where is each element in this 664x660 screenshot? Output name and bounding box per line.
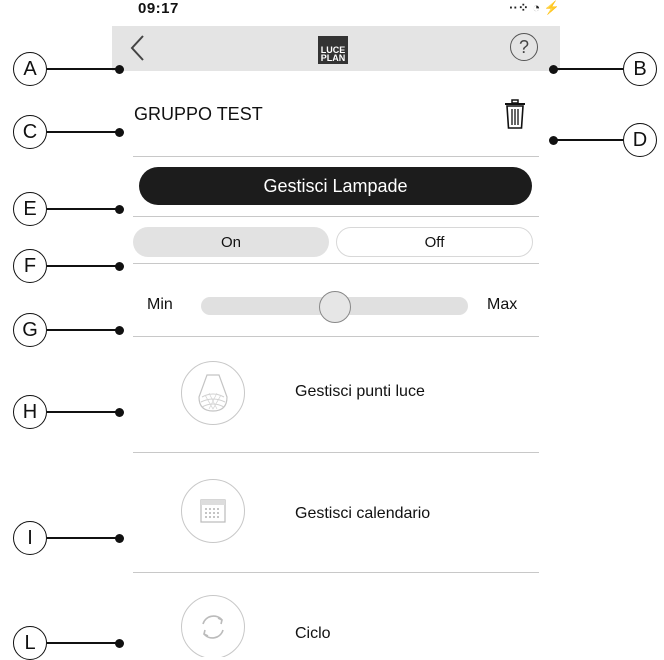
menu-item-cycle[interactable]: Ciclo <box>133 573 539 657</box>
power-on-button[interactable]: On <box>133 227 329 257</box>
logo-line-2: PLAN <box>320 53 346 63</box>
callout-line-b <box>553 68 623 70</box>
callout-line-a <box>47 68 119 70</box>
callout-h: H <box>13 395 47 429</box>
back-icon[interactable] <box>128 33 148 63</box>
lamp-icon <box>181 361 245 425</box>
callout-dot-c <box>115 128 124 137</box>
luceplan-logo: LUCE PLAN <box>318 36 348 64</box>
callout-l: L <box>13 626 47 660</box>
callout-dot-b <box>549 65 558 74</box>
divider <box>133 263 539 264</box>
callout-b: B <box>623 52 657 86</box>
callout-line-i <box>47 537 119 539</box>
callout-line-f <box>47 265 119 267</box>
divider <box>133 216 539 217</box>
callout-line-d <box>553 139 623 141</box>
menu-item-manage-light-points[interactable]: Gestisci punti luce <box>133 337 539 447</box>
callout-line-c <box>47 131 119 133</box>
menu-item-manage-calendar[interactable]: Gestisci calendario <box>133 453 539 563</box>
callout-g: G <box>13 313 47 347</box>
callout-dot-e <box>115 205 124 214</box>
nav-bar: LUCE PLAN ? <box>112 26 560 71</box>
callout-dot-f <box>115 262 124 271</box>
group-name: GRUPPO TEST <box>134 104 263 124</box>
callout-line-l <box>47 642 119 644</box>
status-bar: 09:17 ··⁘ ◔ ⚡ <box>112 0 560 26</box>
callout-dot-i <box>115 534 124 543</box>
callout-dot-d <box>549 136 558 145</box>
callout-i: I <box>13 521 47 555</box>
callout-line-g <box>47 329 119 331</box>
divider <box>133 156 539 157</box>
callout-c: C <box>13 115 47 149</box>
callout-d: D <box>623 123 657 157</box>
dimmer-slider-thumb[interactable] <box>318 291 351 323</box>
callout-e: E <box>13 192 47 226</box>
help-icon[interactable]: ? <box>510 33 538 61</box>
callout-line-h <box>47 411 119 413</box>
status-icons: ··⁘ ◔ ⚡ <box>509 0 560 15</box>
menu-label: Gestisci punti luce <box>295 383 425 400</box>
power-off-button[interactable]: Off <box>336 227 533 257</box>
cycle-icon <box>181 595 245 657</box>
callout-a: A <box>13 52 47 86</box>
callout-dot-l <box>115 639 124 648</box>
callout-dot-g <box>115 326 124 335</box>
dimmer-slider[interactable] <box>201 291 468 323</box>
callout-dot-a <box>115 65 124 74</box>
callout-line-e <box>47 208 119 210</box>
calendar-icon <box>181 479 245 543</box>
manage-lamps-button[interactable]: Gestisci Lampade <box>139 167 532 205</box>
trash-icon[interactable] <box>504 98 526 130</box>
dimmer-min-label: Min <box>147 296 173 313</box>
callout-dot-h <box>115 408 124 417</box>
menu-label: Ciclo <box>295 625 331 642</box>
callout-f: F <box>13 249 47 283</box>
status-time: 09:17 <box>138 0 179 17</box>
menu-label: Gestisci calendario <box>295 505 431 522</box>
dimmer-max-label: Max <box>487 296 518 313</box>
